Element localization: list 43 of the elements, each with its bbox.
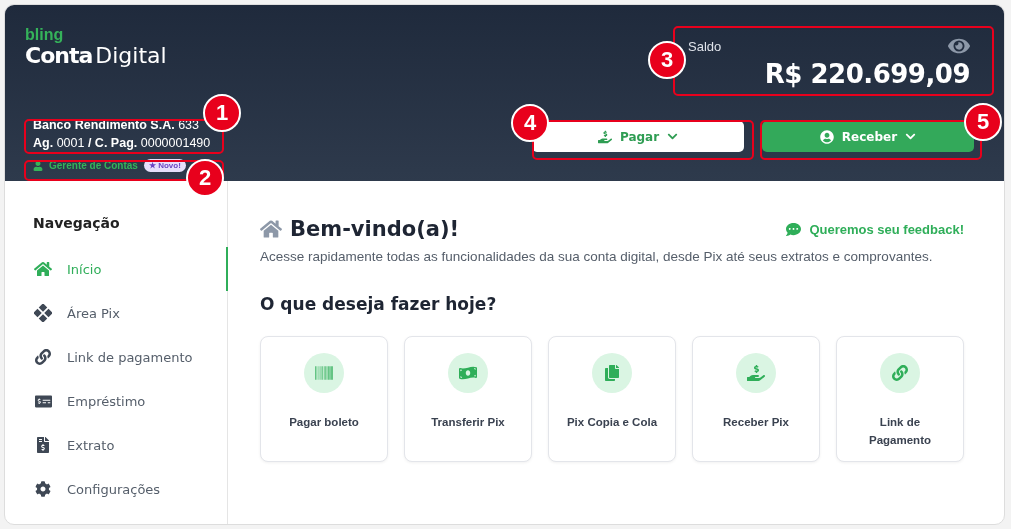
person-icon bbox=[33, 160, 43, 171]
sidebar-title: Navegação bbox=[33, 215, 121, 231]
hand-dollar-icon bbox=[597, 129, 612, 144]
home-icon bbox=[34, 260, 52, 278]
quick-action-card[interactable]: Pagar boleto bbox=[260, 336, 388, 462]
link-icon bbox=[892, 365, 908, 381]
home-icon bbox=[260, 218, 282, 240]
active-indicator bbox=[226, 247, 228, 291]
hand-dollar-icon bbox=[747, 364, 765, 382]
banknote-icon bbox=[459, 364, 477, 382]
settings-icon bbox=[35, 481, 51, 497]
diamond-icon bbox=[34, 304, 52, 322]
copy-icon bbox=[604, 365, 620, 381]
quick-action-card[interactable]: Pix Copia e Cola bbox=[548, 336, 676, 462]
caret-icon bbox=[667, 131, 679, 142]
product-name-bold: Conta bbox=[25, 43, 93, 69]
sidebar-item[interactable]: Área Pix bbox=[33, 291, 227, 335]
section-title: O que deseja fazer hoje? bbox=[260, 294, 498, 314]
link-icon bbox=[35, 349, 51, 365]
quick-action-card[interactable]: Receber Pix bbox=[692, 336, 820, 462]
account-manager-link[interactable]: Gerente de Contas bbox=[49, 160, 138, 171]
sidebar-item[interactable]: Configurações bbox=[33, 467, 227, 511]
caret-icon bbox=[905, 131, 917, 142]
card-label: Pagar boleto bbox=[289, 415, 359, 430]
quick-action-card[interactable]: Link de Pagamento bbox=[836, 336, 964, 462]
document-dollar-icon bbox=[35, 437, 51, 453]
quick-action-card[interactable]: Transferir Pix bbox=[404, 336, 532, 462]
sidebar-item[interactable]: Empréstimo bbox=[33, 379, 227, 423]
brand-logo: bling bbox=[25, 27, 65, 43]
card-label: Receber Pix bbox=[723, 415, 789, 430]
chat-icon bbox=[786, 221, 802, 237]
card-label: Pix Copia e Cola bbox=[566, 415, 658, 430]
card-label: Link de Pagamento bbox=[868, 415, 932, 448]
balance-label: Saldo bbox=[688, 38, 722, 54]
sidebar-item[interactable]: Link de pagamento bbox=[33, 335, 227, 379]
welcome-subtitle: Acesse rapidamente todas as funcionalidades da sua conta digital, desde Pix até seus extratos e comprovantes. bbox=[260, 249, 934, 264]
card-label: Transferir Pix bbox=[431, 415, 505, 430]
barcode-icon bbox=[315, 364, 333, 382]
product-name-light: Digital bbox=[95, 43, 167, 69]
account-number: Ag. 0001 / C. Pag. 0000001490 bbox=[33, 136, 211, 150]
welcome-title: Bem-vindo(a)! bbox=[290, 217, 460, 241]
balance-value: R$ 220.699,09 bbox=[764, 59, 970, 89]
sidebar-item[interactable]: Extrato bbox=[33, 423, 227, 467]
